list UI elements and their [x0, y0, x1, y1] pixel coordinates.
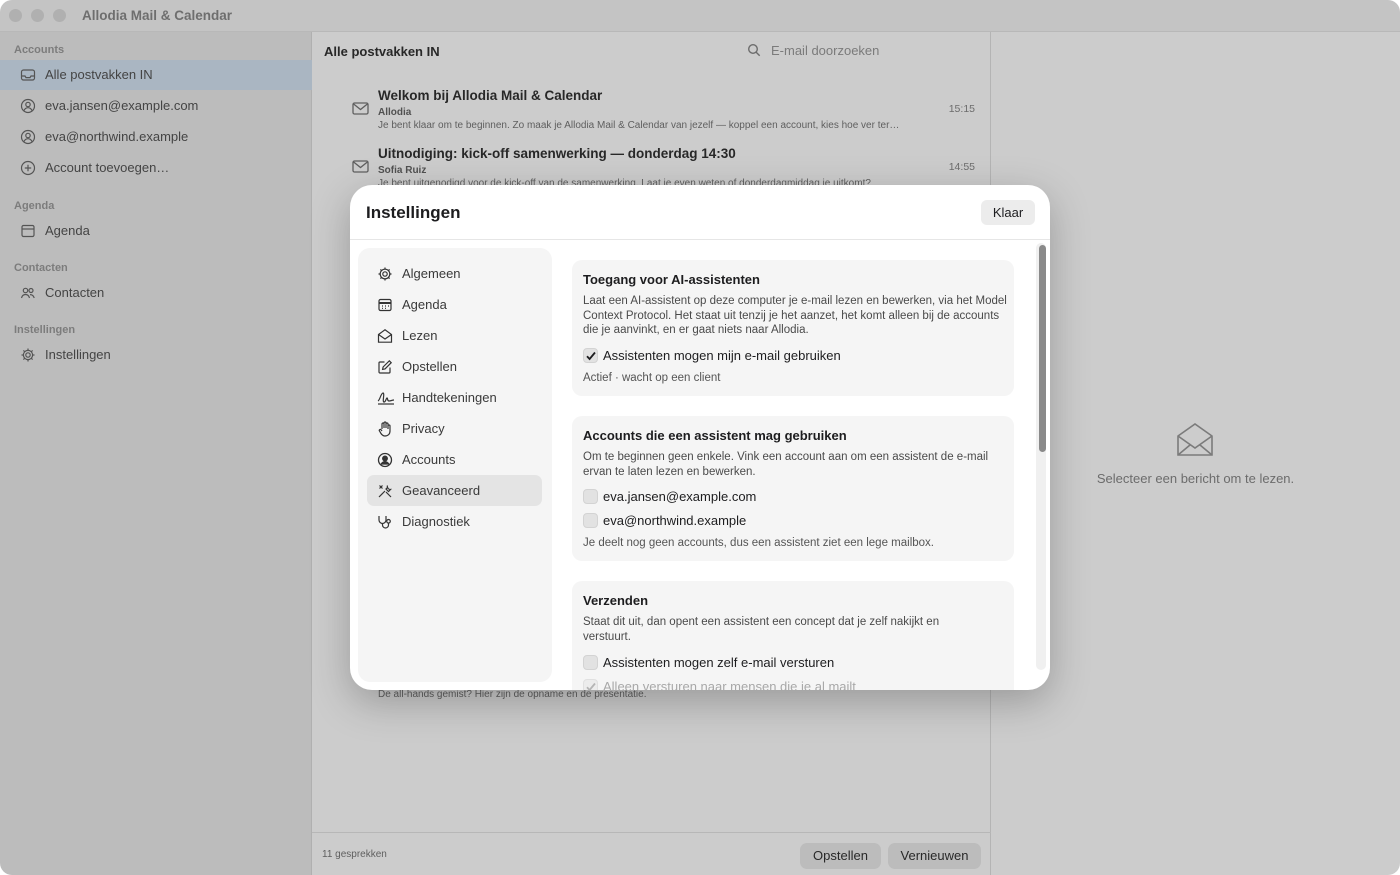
settings-title: Instellingen: [366, 203, 461, 222]
settings-nav-label: Opstellen: [402, 359, 457, 374]
scrollbar-thumb[interactable]: [1039, 245, 1046, 452]
settings-nav: Algemeen Agenda Lezen Opstellen Handteke…: [358, 248, 552, 682]
done-button[interactable]: Klaar: [981, 200, 1035, 225]
card-title: Accounts die een assistent mag gebruiken: [583, 428, 847, 443]
status-text: Actief · wacht op een client: [583, 372, 721, 384]
settings-nav-algemeen[interactable]: Algemeen: [367, 258, 542, 289]
settings-nav-diagnostiek[interactable]: Diagnostiek: [367, 506, 542, 537]
checkbox-label: eva@northwind.example: [603, 513, 747, 528]
gear-icon: [377, 266, 393, 282]
settings-nav-label: Lezen: [402, 328, 438, 343]
settings-nav-label: Algemeen: [402, 266, 461, 281]
settings-nav-geavanceerd[interactable]: Geavanceerd: [367, 475, 542, 506]
settings-nav-label: Geavanceerd: [402, 483, 481, 498]
card-description: Staat dit uit, dan opent een assistent e…: [583, 616, 940, 643]
settings-nav-lezen[interactable]: Lezen: [367, 320, 542, 351]
settings-nav-accounts[interactable]: Accounts: [367, 444, 542, 475]
compose-icon: [377, 359, 393, 375]
card-title: Toegang voor AI-assistenten: [583, 272, 760, 287]
settings-nav-agenda[interactable]: Agenda: [367, 289, 542, 320]
checkbox-unchecked[interactable]: [583, 513, 598, 528]
sending-card: Verzenden Staat dit uit, dan opent een a…: [572, 581, 1014, 690]
app-window: Allodia Mail & Calendar Accounts Alle po…: [0, 0, 1400, 875]
checkbox-unchecked[interactable]: [583, 655, 598, 670]
checkbox-unchecked[interactable]: [583, 489, 598, 504]
tools-icon: [377, 483, 393, 499]
settings-nav-label: Diagnostiek: [402, 514, 470, 529]
card-title: Verzenden: [583, 593, 649, 608]
accounts-card: Accounts die een assistent mag gebruiken…: [572, 416, 1014, 561]
ai-access-card: Toegang voor AI-assistenten Laat een AI-…: [572, 260, 1014, 396]
open-envelope-icon: [377, 328, 393, 344]
checkbox-label: Assistenten mogen mijn e-mail gebruiken: [603, 348, 841, 363]
stethoscope-icon: [377, 514, 393, 530]
calendar-icon: [377, 297, 393, 313]
checkbox-checked[interactable]: [583, 348, 598, 363]
settings-header: Instellingen Klaar: [350, 185, 1050, 240]
settings-nav-label: Privacy: [402, 421, 445, 436]
settings-nav-label: Accounts: [402, 452, 456, 467]
hand-icon: [377, 421, 393, 437]
checkbox-checked-disabled[interactable]: [583, 679, 598, 690]
signature-icon: [377, 390, 395, 406]
checkbox-label: Alleen versturen naar mensen die je al m…: [603, 679, 856, 690]
card-description: Laat een AI-assistent op deze computer j…: [583, 295, 1007, 336]
settings-nav-handtekeningen[interactable]: Handtekeningen: [367, 382, 542, 413]
settings-nav-label: Handtekeningen: [402, 390, 497, 405]
settings-nav-privacy[interactable]: Privacy: [367, 413, 542, 444]
checkbox-label: Assistenten mogen zelf e-mail versturen: [603, 655, 835, 670]
settings-sheet: Instellingen Klaar Algemeen Agenda Lezen…: [350, 185, 1050, 690]
settings-nav-label: Agenda: [402, 297, 447, 312]
settings-content: Toegang voor AI-assistenten Laat een AI-…: [561, 241, 1033, 690]
card-description: Om te beginnen geen enkele. Vink een acc…: [583, 451, 989, 478]
checkbox-label: eva.jansen@example.com: [603, 489, 757, 504]
person-circle-icon: [377, 452, 393, 468]
settings-nav-opstellen[interactable]: Opstellen: [367, 351, 542, 382]
accounts-note: Je deelt nog geen accounts, dus een assi…: [583, 537, 934, 549]
